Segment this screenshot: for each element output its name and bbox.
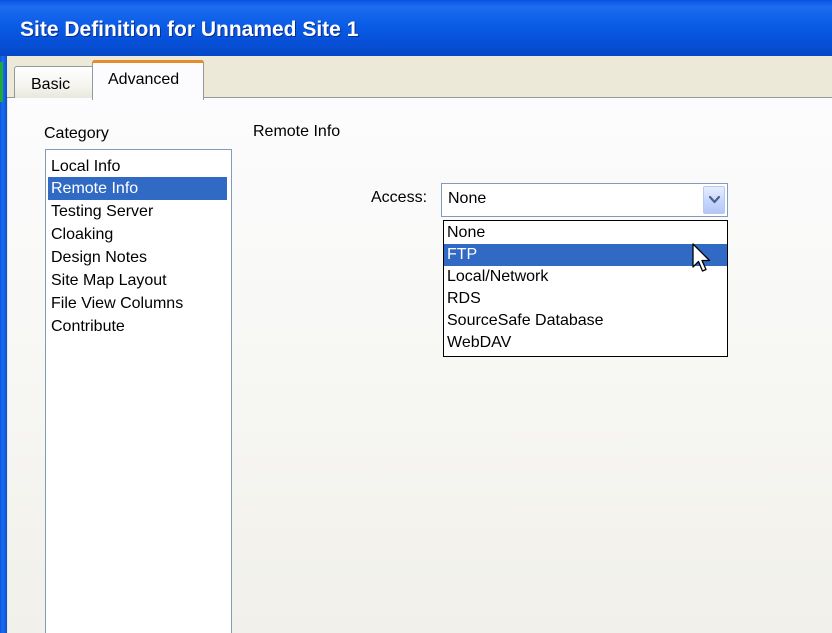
category-item-design-notes[interactable]: Design Notes xyxy=(48,246,147,269)
category-item-testing-server[interactable]: Testing Server xyxy=(48,200,153,223)
title-bar[interactable]: Site Definition for Unnamed Site 1 xyxy=(0,0,832,56)
frame-accent xyxy=(0,62,3,102)
access-option-rds[interactable]: RDS xyxy=(444,288,727,310)
section-heading: Remote Info xyxy=(253,123,341,140)
tab-basic[interactable]: Basic xyxy=(14,66,94,98)
access-dropdown-button[interactable] xyxy=(703,186,725,214)
category-list[interactable]: Local Info Remote Info Testing Server Cl… xyxy=(45,149,232,633)
category-item-local-info[interactable]: Local Info xyxy=(48,155,120,178)
access-select-value: None xyxy=(448,190,487,207)
access-select[interactable]: None xyxy=(441,183,728,217)
chevron-down-icon xyxy=(709,196,720,204)
access-option-ftp[interactable]: FTP xyxy=(444,244,727,266)
category-item-site-map-layout[interactable]: Site Map Layout xyxy=(48,269,167,292)
tab-advanced[interactable]: Advanced xyxy=(92,60,204,100)
window-frame-left xyxy=(0,56,7,633)
access-option-webdav[interactable]: WebDAV xyxy=(444,332,727,354)
mouse-pointer-icon xyxy=(692,243,711,272)
access-option-sourcesafe-database[interactable]: SourceSafe Database xyxy=(444,310,727,332)
window-title: Site Definition for Unnamed Site 1 xyxy=(20,18,359,41)
category-heading: Category xyxy=(44,125,109,142)
category-item-contribute[interactable]: Contribute xyxy=(48,315,125,338)
tab-basic-label: Basic xyxy=(31,76,71,93)
access-option-none[interactable]: None xyxy=(444,222,727,244)
category-item-remote-info[interactable]: Remote Info xyxy=(48,177,227,200)
category-item-file-view-columns[interactable]: File View Columns xyxy=(48,292,183,315)
category-item-cloaking[interactable]: Cloaking xyxy=(48,223,113,246)
tab-advanced-label: Advanced xyxy=(108,71,180,88)
access-option-local-network[interactable]: Local/Network xyxy=(444,266,727,288)
access-dropdown-list[interactable]: None FTP Local/Network RDS SourceSafe Da… xyxy=(443,220,728,357)
access-label: Access: xyxy=(371,189,428,206)
